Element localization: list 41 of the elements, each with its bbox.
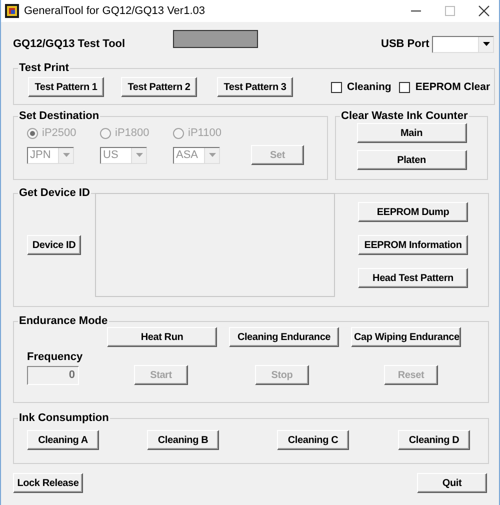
clear-counter-button[interactable]: Main: [356, 123, 466, 143]
window-title: GeneralTool for GQ12/GQ13 Ver1.03: [24, 5, 205, 17]
quit-button[interactable]: Quit: [417, 473, 487, 493]
test-pattern-button[interactable]: Test Pattern 3: [217, 77, 293, 97]
radio-label: iP1100: [188, 127, 222, 139]
cleaning-button[interactable]: Cleaning B: [147, 430, 219, 450]
tool-title: GQ12/GQ13 Test Tool: [13, 38, 126, 50]
endurance-mode-button[interactable]: Cleaning Endurance: [229, 327, 339, 347]
checkbox[interactable]: [331, 82, 342, 92]
checkbox-label: EEPROM Clear: [415, 81, 490, 93]
caret-icon: [62, 153, 70, 157]
endurance-mode-button[interactable]: Cap Wiping Endurance: [351, 327, 461, 347]
group-title: Ink Consumption: [18, 412, 110, 424]
eeprom-action-button[interactable]: EEPROM Dump: [358, 202, 468, 222]
group-title: Clear Waste Ink Counter: [340, 110, 469, 122]
cleaning-button[interactable]: Cleaning D: [398, 430, 470, 450]
caret-icon: [482, 42, 490, 46]
group-title: Endurance Mode: [18, 315, 109, 327]
test-pattern-button[interactable]: Test Pattern 2: [121, 77, 197, 97]
device-id-button[interactable]: Device ID: [27, 235, 81, 255]
caret-icon: [208, 153, 216, 157]
usb-port-dropdown[interactable]: [432, 36, 494, 52]
checkbox-label: Cleaning: [347, 81, 392, 93]
endurance-mode-button[interactable]: Heat Run: [107, 327, 217, 347]
radio-label: iP1800: [115, 127, 150, 139]
caret-icon: [136, 153, 142, 157]
frequency-field[interactable]: 0: [27, 366, 79, 385]
cleaning-button[interactable]: Cleaning A: [27, 430, 99, 450]
cleaning-button[interactable]: Cleaning C: [277, 430, 349, 450]
usb-port-label: USB Port: [381, 38, 430, 50]
lock-release-button[interactable]: Lock Release: [13, 473, 83, 493]
radio-label: iP2500: [42, 127, 76, 139]
group-title: Get Device ID: [18, 187, 91, 199]
group-title: Test Print: [18, 62, 70, 74]
checkbox[interactable]: [399, 82, 410, 92]
eeprom-action-button[interactable]: Head Test Pattern: [358, 268, 468, 288]
clear-counter-button[interactable]: Platen: [356, 150, 466, 170]
group-title: Set Destination: [18, 110, 100, 122]
eeprom-action-button[interactable]: EEPROM Information: [358, 235, 468, 255]
app-icon: [5, 4, 19, 18]
test-pattern-button[interactable]: Test Pattern 1: [28, 77, 104, 97]
